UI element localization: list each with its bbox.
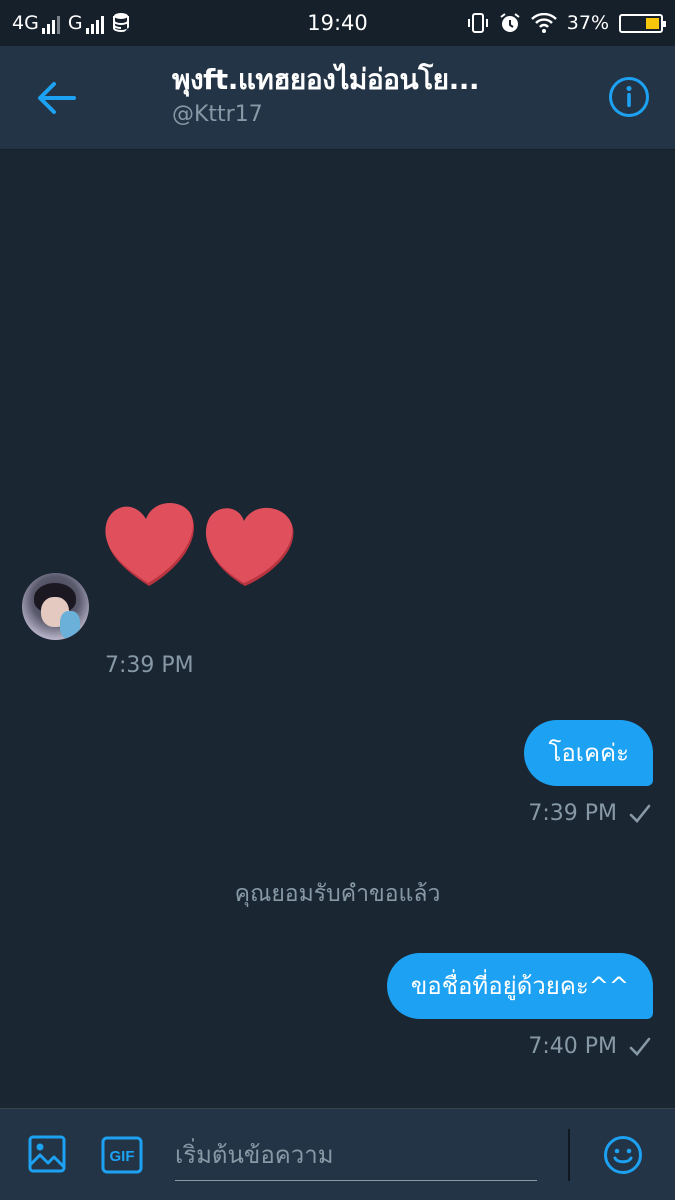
battery-icon bbox=[619, 13, 666, 33]
heart-icon bbox=[105, 503, 194, 586]
gif-label: GIF bbox=[110, 1148, 135, 1165]
conversation-title-block[interactable]: พุงft.แทฮยองไม่อ่อนโย... @Kttr17 bbox=[172, 62, 552, 127]
signal-bars-icon bbox=[85, 16, 104, 34]
status-bar: 4G G 19:40 37% bbox=[0, 0, 675, 46]
message-meta: 7:40 PM bbox=[528, 1034, 651, 1059]
outgoing-message-bubble[interactable]: ขอชื่อที่อยู่ด้วยคะ^^ bbox=[386, 953, 653, 1019]
message-timestamp: 7:40 PM bbox=[528, 1034, 617, 1059]
status-bar-right: 37% bbox=[467, 12, 666, 34]
message-timestamp: 7:39 PM bbox=[105, 653, 194, 678]
message-meta: 7:39 PM bbox=[528, 801, 651, 826]
checkmark-icon bbox=[629, 1037, 651, 1056]
smiley-icon[interactable] bbox=[603, 1135, 643, 1175]
checkmark-icon bbox=[629, 804, 651, 823]
composer-divider bbox=[568, 1129, 570, 1181]
status-bar-left: 4G G bbox=[12, 12, 132, 34]
network-type-2: G bbox=[67, 12, 83, 34]
message-thread[interactable]: 7:39 PM โอเคค่ะ 7:39 PM คุณยอมรับคำขอแล้… bbox=[0, 150, 675, 1108]
gif-icon: GIF bbox=[101, 1136, 143, 1174]
battery-percent: 37% bbox=[566, 12, 609, 34]
outgoing-message-bubble[interactable]: โอเคค่ะ bbox=[524, 720, 653, 786]
gif-button[interactable]: GIF bbox=[101, 1136, 143, 1174]
network-type-1: 4G bbox=[12, 12, 39, 34]
signal-bars-icon bbox=[41, 16, 60, 34]
vibrate-icon bbox=[467, 13, 488, 33]
cellular-signal-1: 4G bbox=[12, 12, 60, 34]
image-icon[interactable] bbox=[28, 1135, 66, 1173]
message-input[interactable] bbox=[175, 1129, 537, 1181]
system-note: คุณยอมรับคำขอแล้ว bbox=[234, 881, 441, 907]
cellular-signal-2: G bbox=[68, 12, 104, 34]
wifi-icon bbox=[530, 13, 557, 33]
heart-icon bbox=[205, 507, 294, 586]
info-icon[interactable] bbox=[608, 76, 650, 118]
data-usage-icon bbox=[112, 13, 131, 34]
alarm-icon bbox=[500, 13, 520, 32]
battery-level bbox=[645, 17, 659, 29]
message-text: ขอชื่อที่อยู่ด้วยคะ^^ bbox=[410, 972, 629, 1000]
avatar[interactable] bbox=[22, 573, 89, 640]
message-text: โอเคค่ะ bbox=[548, 739, 629, 767]
message-timestamp: 7:39 PM bbox=[528, 801, 617, 826]
hearts-emoji-message[interactable] bbox=[100, 495, 300, 590]
conversation-title: พุงft.แทฮยองไม่อ่อนโย... bbox=[172, 63, 480, 96]
message-composer: GIF bbox=[0, 1108, 675, 1200]
conversation-header: พุงft.แทฮยองไม่อ่อนโย... @Kttr17 bbox=[0, 46, 675, 150]
arrow-left-icon[interactable] bbox=[36, 80, 76, 116]
conversation-handle: @Kttr17 bbox=[172, 102, 263, 127]
